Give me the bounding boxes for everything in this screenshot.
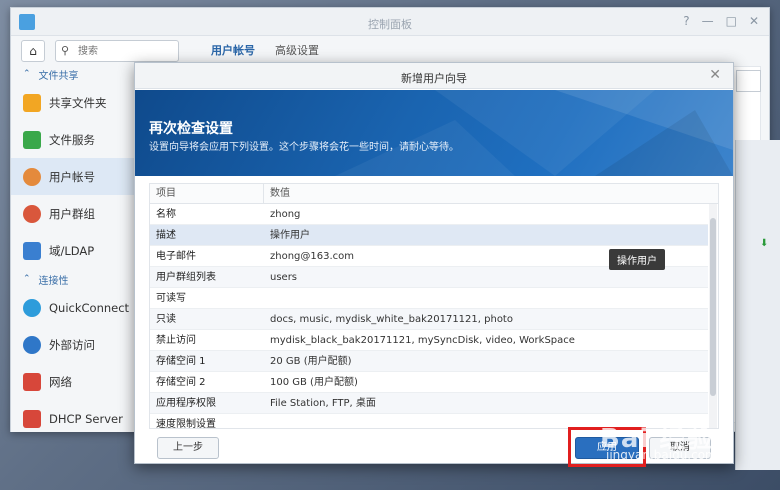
window-title: 控制面板 bbox=[368, 18, 412, 31]
summary-table: 项目 数值 名称 zhong 描述 操作用户 电子邮件 zhong@163.com 用… bbox=[149, 183, 719, 429]
row-key: 电子邮件 bbox=[156, 251, 196, 262]
search-box[interactable]: ⚲ bbox=[55, 40, 179, 62]
sidebar-item-label: 用户帐号 bbox=[49, 169, 95, 184]
content-search-box[interactable] bbox=[736, 70, 761, 92]
chevron-up-icon: ⌃ bbox=[23, 274, 31, 284]
scrollbar-thumb[interactable] bbox=[710, 218, 716, 396]
globe-icon bbox=[23, 335, 41, 354]
section-label: 连接性 bbox=[38, 275, 69, 287]
search-icon: ⚲ bbox=[61, 44, 70, 57]
row-key: 描述 bbox=[156, 230, 176, 241]
table-row[interactable]: 应用程序权限 File Station, FTP, 桌面 bbox=[150, 393, 708, 414]
shared-folder-icon bbox=[23, 93, 41, 112]
sidebar-item-label: 外部访问 bbox=[49, 337, 95, 352]
search-input[interactable] bbox=[78, 43, 174, 59]
table-row[interactable]: 禁止访问 mydisk_black_bak20171121, mySyncDisk… bbox=[150, 330, 708, 351]
row-key: 可读写 bbox=[156, 293, 186, 304]
row-key: 用户群组列表 bbox=[156, 272, 216, 283]
dhcp-icon bbox=[23, 409, 41, 428]
table-row[interactable]: 存储空间 2 100 GB (用户配额) bbox=[150, 372, 708, 393]
file-services-icon bbox=[23, 130, 41, 149]
row-value: users bbox=[270, 272, 298, 283]
close-icon[interactable]: ✕ bbox=[749, 14, 759, 28]
add-user-wizard-dialog: 新增用户向导 ✕ 再次检查设置 设置向导将会应用下列设置。这个步骤将会花一些时间… bbox=[134, 62, 734, 464]
table-scrollbar[interactable] bbox=[709, 204, 717, 428]
table-row[interactable]: 可读写 bbox=[150, 288, 708, 309]
column-header-value[interactable]: 数值 bbox=[264, 184, 718, 203]
wizard-subtitle: 设置向导将会应用下列设置。这个步骤将会花一些时间，请耐心等待。 bbox=[149, 142, 459, 153]
row-value: 操作用户 bbox=[270, 230, 310, 241]
table-row[interactable]: 名称 zhong bbox=[150, 204, 708, 225]
help-icon[interactable]: ? bbox=[683, 14, 689, 28]
home-icon: ⌂ bbox=[29, 44, 37, 58]
minimize-icon[interactable]: — bbox=[702, 14, 714, 28]
row-value bbox=[264, 288, 708, 308]
row-value: File Station, FTP, 桌面 bbox=[270, 398, 376, 409]
close-icon[interactable]: ✕ bbox=[709, 67, 721, 83]
row-value: 20 GB (用户配额) bbox=[270, 356, 352, 367]
tooltip: 操作用户 bbox=[609, 249, 665, 270]
column-header-item[interactable]: 项目 bbox=[150, 184, 264, 203]
row-key: 名称 bbox=[156, 209, 176, 220]
row-value: mydisk_black_bak20171121, mySyncDisk, vi… bbox=[270, 335, 575, 346]
chevron-up-icon: ⌃ bbox=[23, 69, 31, 79]
watermark-url: jingyan.baidu.com bbox=[606, 448, 717, 462]
wizard-title: 新增用户向导 bbox=[401, 72, 467, 85]
row-key: 禁止访问 bbox=[156, 335, 196, 346]
row-key: 存储空间 2 bbox=[156, 377, 206, 388]
sidebar-item-label: 共享文件夹 bbox=[49, 95, 107, 110]
row-value: docs, music, mydisk_white_bak20171121, p… bbox=[270, 314, 513, 325]
control-panel-toolbar: ⌂ ⚲ bbox=[11, 36, 191, 64]
row-key: 应用程序权限 bbox=[156, 398, 216, 409]
sidebar-item-label: 网络 bbox=[49, 374, 72, 389]
sidebar-item-label: DHCP Server bbox=[49, 411, 123, 426]
table-header: 项目 数值 bbox=[150, 184, 718, 204]
wizard-titlebar: 新增用户向导 ✕ bbox=[135, 63, 733, 89]
previous-button[interactable]: 上一步 bbox=[157, 437, 219, 459]
wizard-heading: 再次检查设置 bbox=[149, 121, 233, 137]
sidebar-item-label: 用户群组 bbox=[49, 206, 95, 221]
maximize-icon[interactable]: □ bbox=[726, 14, 737, 28]
sidebar-item-label: 文件服务 bbox=[49, 132, 95, 147]
network-house-icon bbox=[23, 372, 41, 391]
user-icon bbox=[23, 167, 41, 186]
table-row[interactable]: 用户群组列表 users bbox=[150, 267, 708, 288]
table-row[interactable]: 只读 docs, music, mydisk_white_bak20171121,… bbox=[150, 309, 708, 330]
background-panel: ⬇ bbox=[735, 140, 780, 470]
section-label: 文件共享 bbox=[38, 70, 79, 82]
row-value: 100 GB (用户配额) bbox=[270, 377, 358, 388]
domain-icon bbox=[23, 241, 41, 260]
home-button[interactable]: ⌂ bbox=[21, 40, 45, 62]
user-group-icon bbox=[23, 204, 41, 223]
table-row[interactable]: 存储空间 1 20 GB (用户配额) bbox=[150, 351, 708, 372]
row-value: zhong bbox=[270, 209, 301, 220]
sidebar-item-label: QuickConnect bbox=[49, 300, 130, 315]
row-key: 存储空间 1 bbox=[156, 356, 206, 367]
control-panel-titlebar: 控制面板 ? — □ ✕ bbox=[11, 8, 769, 36]
quickconnect-icon bbox=[23, 298, 41, 317]
sidebar-item-label: 域/LDAP bbox=[49, 243, 95, 258]
table-row[interactable]: 描述 操作用户 bbox=[150, 225, 708, 246]
row-key: 速度限制设置 bbox=[156, 419, 216, 429]
wizard-banner: 再次检查设置 设置向导将会应用下列设置。这个步骤将会花一些时间，请耐心等待。 bbox=[135, 90, 733, 176]
arrow-down-icon: ⬇ bbox=[760, 238, 769, 249]
row-key: 只读 bbox=[156, 314, 176, 325]
